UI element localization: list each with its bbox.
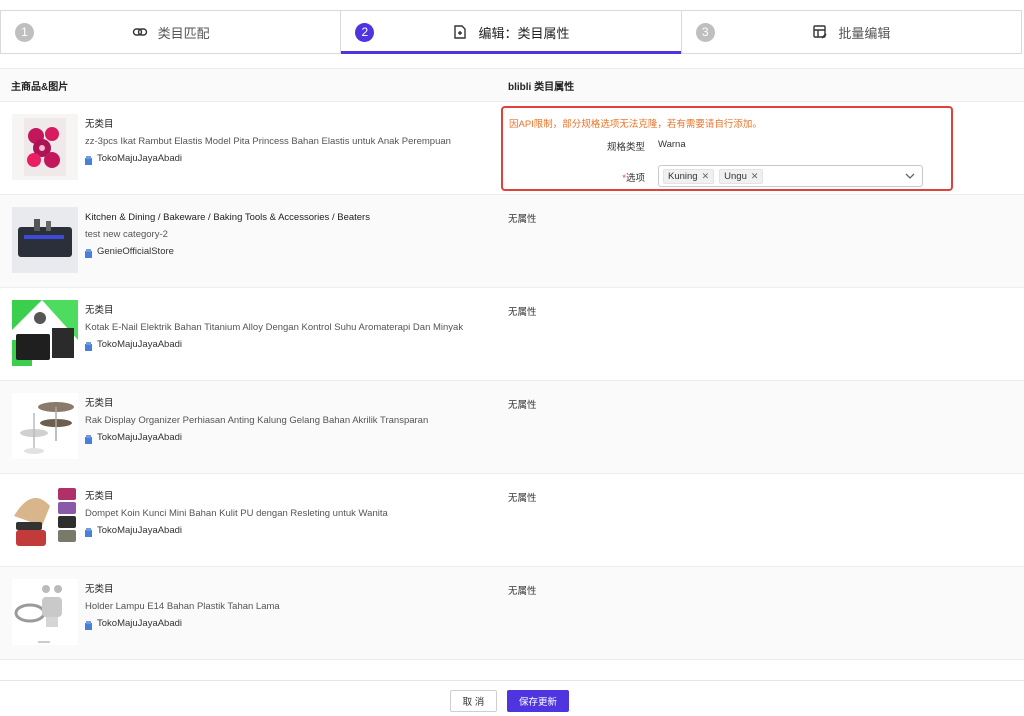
- product-category: 无类目: [85, 491, 114, 502]
- category-attribute-value: 无属性: [508, 493, 537, 504]
- step-category-match[interactable]: 1 类目匹配: [1, 11, 342, 53]
- product-category: 无类目: [85, 398, 114, 409]
- category-attribute-value: 无属性: [508, 586, 537, 597]
- table-header: 主商品&图片 blibli 类目属性: [0, 68, 1024, 102]
- product-store: TokoMajuJayaAbadi: [85, 522, 388, 539]
- category-attribute-value: 无属性: [508, 214, 537, 225]
- store-icon: [85, 247, 92, 258]
- product-category: 无类目: [85, 119, 114, 130]
- product-category: Kitchen & Dining / Bakeware / Baking Too…: [85, 212, 370, 223]
- header-category-attributes: blibli 类目属性: [508, 81, 575, 93]
- product-title: Holder Lampu E14 Bahan Plastik Tahan Lam…: [85, 601, 280, 612]
- spec-type-label: 规格类型: [606, 142, 645, 153]
- store-name: TokoMajuJayaAbadi: [97, 339, 183, 350]
- store-icon: [85, 154, 92, 165]
- category-attribute-value: 无属性: [508, 307, 537, 318]
- batch-edit-icon: [812, 24, 828, 40]
- product-info: 无类目 Kotak E-Nail Elektrik Bahan Titanium…: [85, 302, 463, 353]
- options-label: *选项: [622, 170, 645, 184]
- store-icon: [85, 433, 92, 444]
- spec-type-value: Warna: [658, 139, 686, 150]
- edit-doc-icon: [452, 24, 468, 40]
- product-image: [12, 300, 78, 366]
- store-name: TokoMajuJayaAbadi: [97, 618, 183, 629]
- options-label-text: 选项: [625, 173, 645, 184]
- step-number: 1: [15, 23, 34, 42]
- product-image: [12, 114, 78, 180]
- header-main-product: 主商品&图片: [11, 81, 69, 93]
- product-store: TokoMajuJayaAbadi: [85, 150, 451, 167]
- product-store: TokoMajuJayaAbadi: [85, 429, 428, 446]
- option-tag: Kuning ✕: [663, 168, 715, 184]
- store-icon: [85, 619, 92, 630]
- step-label: 批量编辑: [838, 25, 891, 41]
- product-info: 无类目 Rak Display Organizer Perhiasan Anti…: [85, 395, 428, 446]
- footer-bar: 取 消 保存更新: [0, 680, 1024, 716]
- product-category: 无类目: [85, 305, 114, 316]
- option-tag: Ungu ✕: [719, 168, 764, 184]
- options-multiselect[interactable]: Kuning ✕ Ungu ✕: [658, 165, 923, 187]
- product-store: TokoMajuJayaAbadi: [85, 336, 463, 353]
- step-number: 3: [695, 23, 715, 42]
- step-batch-edit[interactable]: 3 批量编辑: [682, 11, 1021, 53]
- link-icon: [132, 24, 148, 40]
- product-info: 无类目 zz-3pcs Ikat Rambut Elastis Model Pi…: [85, 116, 451, 167]
- product-store: TokoMajuJayaAbadi: [85, 615, 280, 632]
- store-name: TokoMajuJayaAbadi: [97, 525, 183, 536]
- product-title: Dompet Koin Kunci Mini Bahan Kulit PU de…: [85, 508, 388, 519]
- store-name: GenieOfficialStore: [97, 246, 174, 257]
- product-image: [12, 486, 78, 552]
- option-tag-label: Kuning: [668, 170, 698, 182]
- cancel-button[interactable]: 取 消: [450, 690, 497, 712]
- product-image: [12, 207, 78, 273]
- store-name: TokoMajuJayaAbadi: [97, 153, 183, 164]
- api-limit-warning: 因API限制，部分规格选项无法克隆，若有需要请自行添加。: [509, 119, 762, 130]
- product-store: GenieOfficialStore: [85, 243, 370, 260]
- step-label: 类目匹配: [157, 25, 210, 41]
- table-row: 无类目 Holder Lampu E14 Bahan Plastik Tahan…: [0, 567, 1024, 660]
- product-info: Kitchen & Dining / Bakeware / Baking Too…: [85, 209, 370, 260]
- option-tag-label: Ungu: [724, 170, 747, 182]
- table-row: 无类目 Dompet Koin Kunci Mini Bahan Kulit P…: [0, 474, 1024, 567]
- table-row: Kitchen & Dining / Bakeware / Baking Too…: [0, 195, 1024, 288]
- spec-attribute-panel: 因API限制，部分规格选项无法克隆，若有需要请自行添加。 规格类型 Warna …: [501, 106, 953, 191]
- product-image: [12, 393, 78, 459]
- product-category: 无类目: [85, 584, 114, 595]
- step-number: 2: [355, 23, 375, 42]
- store-icon: [85, 340, 92, 351]
- product-title: Rak Display Organizer Perhiasan Anting K…: [85, 415, 429, 426]
- remove-tag-icon[interactable]: ✕: [751, 171, 759, 182]
- product-info: 无类目 Dompet Koin Kunci Mini Bahan Kulit P…: [85, 488, 388, 539]
- step-edit-category-attributes[interactable]: 2 编辑：类目属性: [341, 11, 682, 54]
- store-icon: [85, 526, 92, 537]
- product-title: zz-3pcs Ikat Rambut Elastis Model Pita P…: [85, 136, 451, 147]
- save-update-button[interactable]: 保存更新: [507, 690, 569, 712]
- product-title: test new category-2: [85, 229, 168, 240]
- store-name: TokoMajuJayaAbadi: [97, 432, 183, 443]
- category-attribute-value: 无属性: [508, 400, 537, 411]
- remove-tag-icon[interactable]: ✕: [702, 171, 710, 182]
- table-row: 无类目 Rak Display Organizer Perhiasan Anti…: [0, 381, 1024, 474]
- table-row: 无类目 Kotak E-Nail Elektrik Bahan Titanium…: [0, 288, 1024, 381]
- product-info: 无类目 Holder Lampu E14 Bahan Plastik Tahan…: [85, 581, 280, 632]
- steps-bar: 1 类目匹配 2 编辑：类目属性 3 批量编辑: [0, 10, 1022, 54]
- product-image: [12, 579, 78, 645]
- product-title: Kotak E-Nail Elektrik Bahan Titanium All…: [85, 322, 464, 333]
- chevron-down-icon[interactable]: [904, 169, 916, 183]
- step-label: 编辑：类目属性: [478, 25, 570, 41]
